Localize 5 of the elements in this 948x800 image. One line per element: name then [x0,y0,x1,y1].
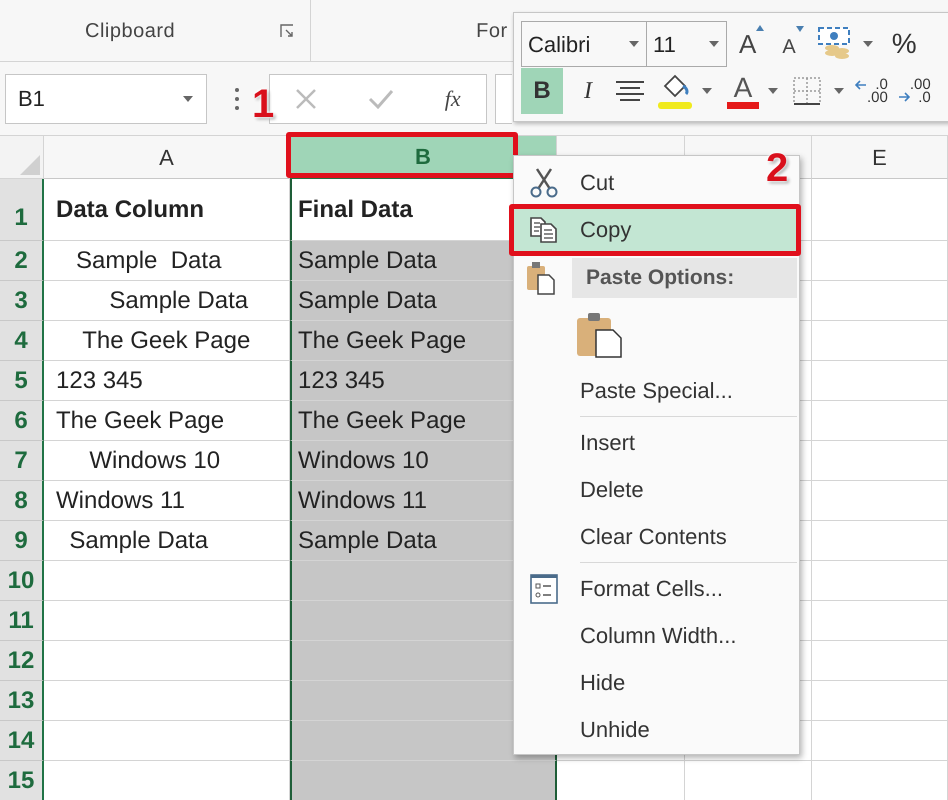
step-number: 2 [766,148,788,188]
section-header: Paste Options: [572,258,797,298]
group-label: For [476,18,508,44]
group-label: Clipboard [85,18,176,44]
step-number: 1 [252,84,274,124]
